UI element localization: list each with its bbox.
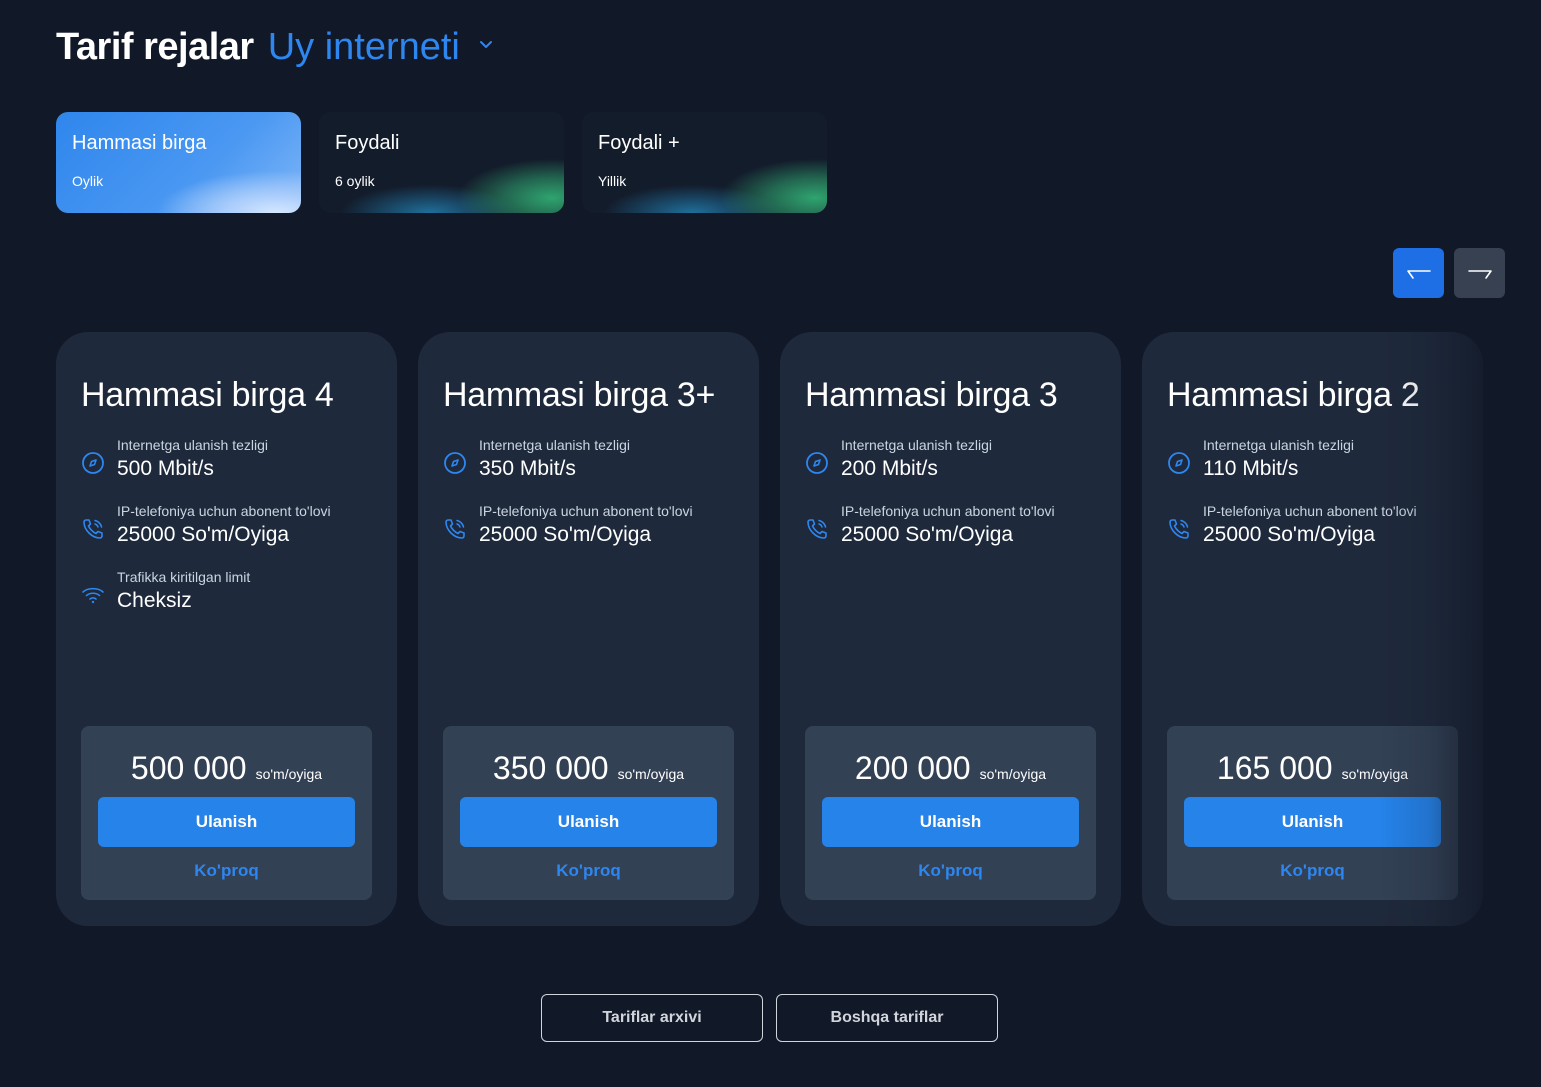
arrow-left-icon	[1406, 270, 1431, 279]
feature-label: Internetga ulanish tezligi	[479, 437, 630, 453]
phone-call-icon	[445, 519, 465, 539]
more-link[interactable]: Ko'proq	[1280, 861, 1344, 881]
phone-call-icon	[807, 519, 827, 539]
card-title: Hammasi birga 4	[81, 376, 334, 414]
tariff-card: Hammasi birga 2 Internetga ulanish tezli…	[1142, 332, 1483, 926]
price-box: 165 000 so'm/oyiga Ulanish Ko'proq	[1167, 726, 1458, 900]
price-box: 350 000 so'm/oyiga Ulanish Ko'proq	[443, 726, 734, 900]
tab-name: Foydali	[335, 132, 400, 154]
tab-hammasi-birga[interactable]: Hammasi birga Oylik	[56, 112, 301, 213]
tab-name: Foydali +	[598, 132, 680, 154]
other-tariffs-button[interactable]: Boshqa tariflar	[776, 994, 998, 1042]
feature-value: 25000 So'm/Oyiga	[117, 523, 290, 546]
speedometer-icon	[444, 452, 466, 474]
tariff-archive-button[interactable]: Tariflar arxivi	[541, 994, 763, 1042]
price-amount: 200 000	[854, 750, 971, 786]
feature-value: 500 Mbit/s	[117, 457, 214, 480]
connect-button[interactable]: Ulanish	[460, 797, 717, 847]
price-unit: so'm/oyiga	[617, 766, 685, 782]
card-title: Hammasi birga 3+	[443, 376, 716, 414]
feature-value: 25000 So'm/Oyiga	[479, 523, 652, 546]
feature-speed: Internetga ulanish tezligi 350 Mbit/s	[443, 437, 734, 481]
feature-value: 110 Mbit/s	[1203, 457, 1299, 480]
category-dropdown-label: Uy interneti	[267, 26, 460, 68]
speedometer-icon	[806, 452, 828, 474]
page-header: Tarif rejalar Uy interneti	[56, 26, 494, 69]
connect-button[interactable]: Ulanish	[822, 797, 1079, 847]
price-box: 500 000 so'm/oyiga Ulanish Ko'proq	[81, 726, 372, 900]
tab-period: Yillik	[598, 173, 627, 189]
tariff-card: Hammasi birga 4 Internetga ulanish tezli…	[56, 332, 397, 926]
carousel-next-button[interactable]	[1454, 248, 1505, 298]
feature-label: IP-telefoniya uchun abonent to'lovi	[841, 503, 1055, 519]
price-amount: 165 000	[1216, 750, 1333, 786]
wifi-icon	[82, 587, 104, 604]
feature-label: Internetga ulanish tezligi	[117, 437, 268, 453]
feature-value: 350 Mbit/s	[479, 457, 576, 480]
more-link[interactable]: Ko'proq	[194, 861, 258, 881]
feature-value: 25000 So'm/Oyiga	[1203, 523, 1376, 546]
carousel-prev-button[interactable]	[1393, 248, 1444, 298]
phone-call-icon	[1169, 519, 1189, 539]
feature-label: IP-telefoniya uchun abonent to'lovi	[479, 503, 693, 519]
phone-call-icon	[83, 519, 103, 539]
tab-period: 6 oylik	[335, 173, 375, 189]
feature-phone: IP-telefoniya uchun abonent to'lovi 2500…	[443, 503, 734, 547]
feature-speed: Internetga ulanish tezligi 110 Mbit/s	[1167, 437, 1458, 481]
price-unit: so'm/oyiga	[979, 766, 1047, 782]
feature-phone: IP-telefoniya uchun abonent to'lovi 2500…	[805, 503, 1096, 547]
feature-value: 200 Mbit/s	[841, 457, 938, 480]
feature-value: 25000 So'm/Oyiga	[841, 523, 1014, 546]
price-unit: so'm/oyiga	[255, 766, 323, 782]
price-box: 200 000 so'm/oyiga Ulanish Ko'proq	[805, 726, 1096, 900]
feature-phone: IP-telefoniya uchun abonent to'lovi 2500…	[1167, 503, 1458, 547]
tab-name: Hammasi birga	[72, 132, 207, 154]
card-title: Hammasi birga 2	[1167, 376, 1420, 414]
price-amount: 500 000	[130, 750, 247, 786]
feature-label: IP-telefoniya uchun abonent to'lovi	[117, 503, 331, 519]
connect-button[interactable]: Ulanish	[1184, 797, 1441, 847]
feature-speed: Internetga ulanish tezligi 200 Mbit/s	[805, 437, 1096, 481]
speedometer-icon	[1168, 452, 1190, 474]
feature-label: Trafikka kiritilgan limit	[117, 569, 251, 585]
tariff-card: Hammasi birga 3+ Internetga ulanish tezl…	[418, 332, 759, 926]
feature-label: Internetga ulanish tezligi	[841, 437, 992, 453]
feature-label: Internetga ulanish tezligi	[1203, 437, 1354, 453]
chevron-down-icon	[479, 40, 492, 48]
tab-foydali-plus[interactable]: Foydali + Yillik	[582, 112, 827, 213]
plan-tabs: Hammasi birga Oylik Foydali 6 oylik Foyd…	[56, 112, 827, 213]
feature-traffic: Trafikka kiritilgan limit Cheksiz	[81, 569, 372, 613]
speedometer-icon	[82, 452, 104, 474]
price-amount: 350 000	[492, 750, 609, 786]
arrow-right-icon	[1467, 270, 1492, 279]
feature-speed: Internetga ulanish tezligi 500 Mbit/s	[81, 437, 372, 481]
feature-phone: IP-telefoniya uchun abonent to'lovi 2500…	[81, 503, 372, 547]
feature-label: IP-telefoniya uchun abonent to'lovi	[1203, 503, 1417, 519]
more-link[interactable]: Ko'proq	[918, 861, 982, 881]
feature-value: Cheksiz	[117, 589, 192, 612]
tariff-cards: Hammasi birga 4 Internetga ulanish tezli…	[56, 332, 1541, 926]
tariff-card: Hammasi birga 3 Internetga ulanish tezli…	[780, 332, 1121, 926]
page-title: Tarif rejalar	[56, 26, 254, 68]
connect-button[interactable]: Ulanish	[98, 797, 355, 847]
card-title: Hammasi birga 3	[805, 376, 1058, 414]
more-link[interactable]: Ko'proq	[556, 861, 620, 881]
tab-foydali[interactable]: Foydali 6 oylik	[319, 112, 564, 213]
price-unit: so'm/oyiga	[1341, 766, 1409, 782]
category-dropdown[interactable]: Uy interneti	[268, 26, 494, 69]
tab-period: Oylik	[72, 173, 104, 189]
